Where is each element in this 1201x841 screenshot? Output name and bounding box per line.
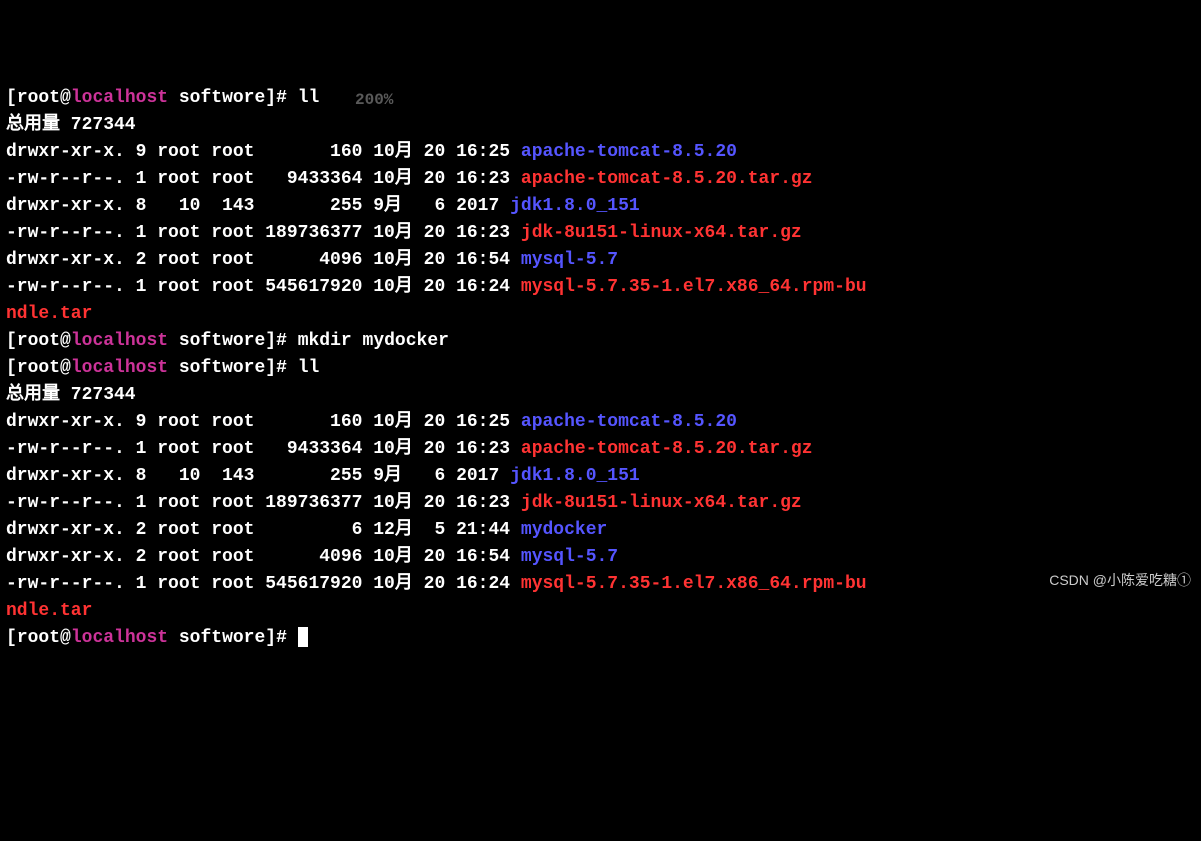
prompt-at: @ — [60, 88, 71, 108]
file-name: apache-tomcat-8.5.20.tar.gz — [521, 169, 813, 189]
list-row: drwxr-xr-x. 8 10 143 255 9月 6 2017 jdk1.… — [6, 466, 640, 486]
file-name: mysql-5.7.35-1.el7.x86_64.rpm-bu — [521, 574, 867, 594]
bracket-open: [ — [6, 628, 17, 648]
file-name: mysql-5.7 — [521, 250, 618, 270]
file-perms: drwxr-xr-x. 8 10 143 255 9月 6 2017 — [6, 196, 510, 216]
bracket-close: ]# — [265, 331, 297, 351]
list-row: drwxr-xr-x. 2 root root 4096 10月 20 16:5… — [6, 547, 618, 567]
prompt-dir: softwore — [179, 88, 265, 108]
file-perms: -rw-r--r--. 1 root root 9433364 10月 20 1… — [6, 439, 521, 459]
list-row: drwxr-xr-x. 2 root root 4096 10月 20 16:5… — [6, 250, 618, 270]
total-line: 总用量 727344 — [6, 385, 136, 405]
prompt-space — [168, 331, 179, 351]
bracket-close: ]# — [265, 358, 297, 378]
prompt-user: root — [17, 628, 60, 648]
prompt-space — [168, 88, 179, 108]
wrap-continuation: ndle.tar — [6, 304, 92, 324]
prompt-host: localhost — [71, 331, 168, 351]
list-row: drwxr-xr-x. 8 10 143 255 9月 6 2017 jdk1.… — [6, 196, 640, 216]
prompt-at: @ — [60, 331, 71, 351]
prompt-at: @ — [60, 628, 71, 648]
terminal-output: [root@localhost softwore]# ll 总用量 727344… — [6, 85, 1195, 652]
prompt-dir: softwore — [179, 358, 265, 378]
prompt-user: root — [17, 358, 60, 378]
bracket-close: ]# — [265, 88, 297, 108]
file-perms: -rw-r--r--. 1 root root 545617920 10月 20… — [6, 277, 521, 297]
list-row: -rw-r--r--. 1 root root 545617920 10月 20… — [6, 277, 867, 297]
list-row: -rw-r--r--. 1 root root 545617920 10月 20… — [6, 574, 867, 594]
file-perms: drwxr-xr-x. 9 root root 160 10月 20 16:25 — [6, 412, 521, 432]
cursor-icon — [298, 627, 308, 647]
wrap-continuation: ndle.tar — [6, 601, 92, 621]
prompt-dir: softwore — [179, 331, 265, 351]
list-row: -rw-r--r--. 1 root root 9433364 10月 20 1… — [6, 169, 813, 189]
bracket-open: [ — [6, 88, 17, 108]
total-line: 总用量 727344 — [6, 115, 136, 135]
prompt-line[interactable]: [root@localhost softwore]# mkdir mydocke… — [6, 331, 449, 351]
prompt-at: @ — [60, 358, 71, 378]
file-name: jdk1.8.0_151 — [510, 196, 640, 216]
command-ll: ll — [298, 88, 320, 108]
file-name: jdk-8u151-linux-x64.tar.gz — [521, 223, 802, 243]
file-perms: -rw-r--r--. 1 root root 545617920 10月 20… — [6, 574, 521, 594]
file-name: mysql-5.7.35-1.el7.x86_64.rpm-bu — [521, 277, 867, 297]
prompt-host: localhost — [71, 358, 168, 378]
file-name: apache-tomcat-8.5.20 — [521, 142, 737, 162]
prompt-host: localhost — [71, 628, 168, 648]
file-perms: drwxr-xr-x. 2 root root 6 12月 5 21:44 — [6, 520, 521, 540]
bracket-open: [ — [6, 358, 17, 378]
file-name: jdk1.8.0_151 — [510, 466, 640, 486]
prompt-line[interactable]: [root@localhost softwore]# — [6, 628, 308, 648]
file-perms: drwxr-xr-x. 2 root root 4096 10月 20 16:5… — [6, 547, 521, 567]
prompt-line[interactable]: [root@localhost softwore]# ll — [6, 88, 319, 108]
prompt-user: root — [17, 88, 60, 108]
bracket-close: ]# — [265, 628, 297, 648]
file-name: jdk-8u151-linux-x64.tar.gz — [521, 493, 802, 513]
prompt-space — [168, 358, 179, 378]
file-name: mydocker — [521, 520, 607, 540]
zoom-overlay: 200% — [355, 88, 393, 112]
bracket-open: [ — [6, 331, 17, 351]
file-name: apache-tomcat-8.5.20 — [521, 412, 737, 432]
prompt-line[interactable]: [root@localhost softwore]# ll — [6, 358, 319, 378]
file-name: apache-tomcat-8.5.20.tar.gz — [521, 439, 813, 459]
file-perms: -rw-r--r--. 1 root root 9433364 10月 20 1… — [6, 169, 521, 189]
list-row: drwxr-xr-x. 2 root root 6 12月 5 21:44 my… — [6, 520, 607, 540]
file-perms: drwxr-xr-x. 9 root root 160 10月 20 16:25 — [6, 142, 521, 162]
file-perms: -rw-r--r--. 1 root root 189736377 10月 20… — [6, 493, 521, 513]
file-perms: drwxr-xr-x. 8 10 143 255 9月 6 2017 — [6, 466, 510, 486]
file-perms: -rw-r--r--. 1 root root 189736377 10月 20… — [6, 223, 521, 243]
list-row: drwxr-xr-x. 9 root root 160 10月 20 16:25… — [6, 142, 737, 162]
watermark-text: CSDN @小陈爱吃糖① — [1049, 570, 1191, 591]
list-row: -rw-r--r--. 1 root root 189736377 10月 20… — [6, 493, 802, 513]
file-perms: drwxr-xr-x. 2 root root 4096 10月 20 16:5… — [6, 250, 521, 270]
prompt-space — [168, 628, 179, 648]
list-row: -rw-r--r--. 1 root root 189736377 10月 20… — [6, 223, 802, 243]
prompt-user: root — [17, 331, 60, 351]
prompt-dir: softwore — [179, 628, 265, 648]
command-ll: ll — [298, 358, 320, 378]
list-row: -rw-r--r--. 1 root root 9433364 10月 20 1… — [6, 439, 813, 459]
file-name: mysql-5.7 — [521, 547, 618, 567]
prompt-host: localhost — [71, 88, 168, 108]
list-row: drwxr-xr-x. 9 root root 160 10月 20 16:25… — [6, 412, 737, 432]
command-mkdir: mkdir mydocker — [298, 331, 449, 351]
